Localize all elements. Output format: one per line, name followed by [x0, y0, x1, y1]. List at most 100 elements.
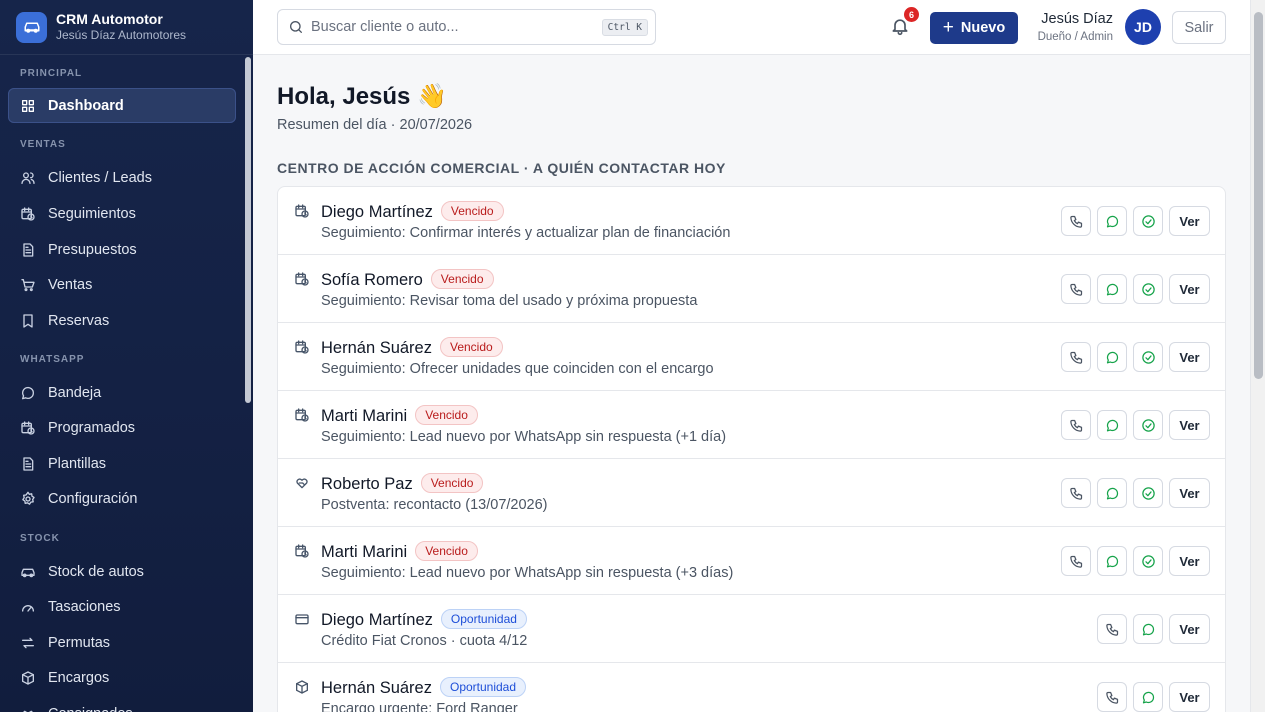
whatsapp-button[interactable]	[1097, 206, 1127, 236]
mark-done-button[interactable]	[1133, 478, 1163, 508]
check-circle-icon	[1141, 486, 1156, 501]
page-scrollbar[interactable]	[1250, 0, 1265, 712]
sidebar-item-bandeja[interactable]: Bandeja	[8, 375, 236, 410]
view-button[interactable]: Ver	[1169, 410, 1210, 440]
view-button[interactable]: Ver	[1169, 478, 1210, 508]
sidebar-item-label: Configuración	[48, 490, 138, 507]
new-button[interactable]: + Nuevo	[930, 12, 1018, 44]
sidebar-scrollbar[interactable]	[245, 57, 251, 403]
sidebar-item-label: Encargos	[48, 669, 110, 686]
car-logo-icon	[16, 11, 47, 43]
sidebar-nav: PRINCIPAL Dashboard VENTAS Clientes / Leads…	[0, 55, 253, 712]
status-badge: Oportunidad	[440, 609, 527, 629]
contact-name[interactable]: Hernán Suárez	[321, 679, 432, 697]
sidebar-item-presupuestos[interactable]: Presupuestos	[8, 232, 236, 267]
mark-done-button[interactable]	[1133, 342, 1163, 372]
mark-done-button[interactable]	[1133, 410, 1163, 440]
search-icon	[288, 19, 304, 35]
row-actions: Ver	[1091, 682, 1210, 712]
chat-icon	[1105, 486, 1120, 501]
package-icon	[20, 670, 36, 686]
row-actions: Ver	[1091, 614, 1210, 644]
sidebar-section-label: WHATSAPP	[20, 354, 85, 365]
contact-name-line: Sofía Romero Vencido	[321, 269, 494, 290]
contact-description: Seguimiento: Confirmar interés y actuali…	[321, 225, 731, 241]
whatsapp-button[interactable]	[1133, 682, 1163, 712]
contact-name-line: Marti Marini Vencido	[321, 405, 478, 426]
sidebar-item-plantillas[interactable]: Plantillas	[8, 446, 236, 481]
contact-name[interactable]: Marti Marini	[321, 543, 407, 561]
sidebar-item-ventas[interactable]: Ventas	[8, 267, 236, 302]
view-button[interactable]: Ver	[1169, 614, 1210, 644]
row-actions: Ver	[1055, 342, 1210, 372]
call-button[interactable]	[1061, 206, 1091, 236]
phone-icon	[1069, 214, 1084, 229]
list-item: Marti Marini Vencido Seguimiento: Lead nue…	[278, 391, 1225, 459]
calendar-clock-icon	[294, 543, 310, 559]
sidebar-item-label: Stock de autos	[48, 563, 144, 580]
call-button[interactable]	[1097, 614, 1127, 644]
search-input[interactable]: Buscar cliente o auto... Ctrl K	[277, 9, 656, 45]
sidebar-item-dashboard[interactable]: Dashboard	[8, 88, 236, 123]
contact-name[interactable]: Hernán Suárez	[321, 339, 432, 357]
brand-title: CRM Automotor	[56, 11, 163, 27]
chat-icon	[1105, 350, 1120, 365]
sidebar-item-encargos[interactable]: Encargos	[8, 660, 236, 695]
whatsapp-button[interactable]	[1097, 410, 1127, 440]
contact-name[interactable]: Diego Martínez	[321, 611, 433, 629]
page-title: Hola, Jesús 👋	[277, 82, 447, 111]
contact-name[interactable]: Diego Martínez	[321, 203, 433, 221]
sidebar-item-stock-de-autos[interactable]: Stock de autos	[8, 554, 236, 589]
sidebar-item-permutas[interactable]: Permutas	[8, 625, 236, 660]
sidebar-item-seguimientos[interactable]: Seguimientos	[8, 196, 236, 231]
mark-done-button[interactable]	[1133, 546, 1163, 576]
gear-icon	[20, 491, 36, 507]
car-icon	[20, 564, 36, 580]
sidebar-item-consignados[interactable]: Consignados	[8, 696, 236, 712]
call-button[interactable]	[1061, 478, 1091, 508]
row-actions: Ver	[1055, 478, 1210, 508]
chat-icon	[1105, 214, 1120, 229]
view-button[interactable]: Ver	[1169, 206, 1210, 236]
handshake-icon	[20, 706, 36, 712]
check-circle-icon	[1141, 282, 1156, 297]
sidebar-item-tasaciones[interactable]: Tasaciones	[8, 589, 236, 624]
avatar[interactable]: JD	[1125, 9, 1161, 45]
call-button[interactable]	[1097, 682, 1127, 712]
whatsapp-button[interactable]	[1097, 274, 1127, 304]
mark-done-button[interactable]	[1133, 206, 1163, 236]
whatsapp-button[interactable]	[1097, 342, 1127, 372]
phone-icon	[1069, 554, 1084, 569]
view-button[interactable]: Ver	[1169, 546, 1210, 576]
sidebar-item-reservas[interactable]: Reservas	[8, 303, 236, 338]
whatsapp-button[interactable]	[1133, 614, 1163, 644]
call-button[interactable]	[1061, 274, 1091, 304]
calendar-clock-icon	[294, 339, 310, 355]
status-badge: Vencido	[440, 201, 504, 221]
mark-done-button[interactable]	[1133, 274, 1163, 304]
status-badge: Vencido	[415, 405, 478, 425]
sidebar-item-label: Programados	[48, 419, 136, 436]
brand[interactable]: CRM Automotor Jesús Díaz Automotores	[0, 0, 253, 55]
call-button[interactable]	[1061, 410, 1091, 440]
call-button[interactable]	[1061, 342, 1091, 372]
sidebar-item-programados[interactable]: Programados	[8, 410, 236, 445]
view-button[interactable]: Ver	[1169, 274, 1210, 304]
contact-name[interactable]: Marti Marini	[321, 407, 407, 425]
whatsapp-button[interactable]	[1097, 546, 1127, 576]
sidebar-item-clientes-leads[interactable]: Clientes / Leads	[8, 160, 236, 195]
page-scrollbar-thumb[interactable]	[1254, 12, 1263, 379]
view-button[interactable]: Ver	[1169, 682, 1210, 712]
logout-button[interactable]: Salir	[1172, 11, 1226, 44]
brand-subtitle: Jesús Díaz Automotores	[56, 28, 187, 42]
section-title: CENTRO DE ACCIÓN COMERCIAL · A QUIÉN CON…	[277, 160, 726, 176]
phone-icon	[1069, 350, 1084, 365]
view-button[interactable]: Ver	[1169, 342, 1210, 372]
sidebar-item-configuración[interactable]: Configuración	[8, 481, 236, 516]
contact-name[interactable]: Sofía Romero	[321, 271, 423, 289]
row-actions: Ver	[1055, 274, 1210, 304]
calendar-clock-icon	[20, 206, 36, 222]
call-button[interactable]	[1061, 546, 1091, 576]
whatsapp-button[interactable]	[1097, 478, 1127, 508]
contact-name[interactable]: Roberto Paz	[321, 475, 413, 493]
